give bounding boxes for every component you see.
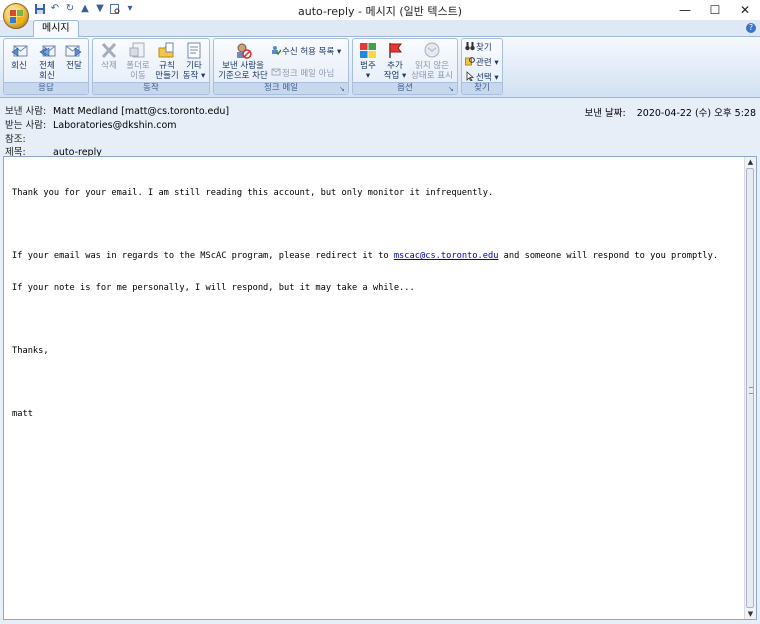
not-junk-button[interactable]: 정크 메일 아님 [271,67,334,80]
cc-row: 참조: [5,131,50,145]
create-rule-button[interactable]: 규칙 만들기 [153,42,181,81]
delete-button[interactable]: 삭제 [96,42,122,71]
binoculars-icon [465,41,475,51]
help-icon[interactable]: ? [746,23,756,33]
cursor-icon [465,71,475,82]
other-actions-icon [185,42,203,59]
office-button[interactable] [3,3,29,29]
group-junk: 보낸 사람을 기준으로 차단 수신 허용 목록 ▾ 정크 메일 아님 정크 메일… [213,38,349,95]
scrollbar-thumb[interactable] [746,168,754,608]
sent-value: 2020-04-22 (수) 오후 5:28 [636,108,756,119]
cc-label: 참조: [5,134,26,145]
forward-icon [65,42,83,59]
safe-list-button[interactable]: 수신 허용 목록 ▾ [271,45,341,58]
to-value[interactable]: Laboratories@dkshin.com [53,120,177,131]
not-junk-icon [271,67,281,77]
email-link[interactable]: mscac@cs.toronto.edu [394,251,499,261]
sent-label: 보낸 날짜: [584,108,626,119]
group-label-find: 찾기 [462,82,502,94]
title-bar: ↶ ↻ ▲ ▼ ▾ auto-reply - 메시지 (일반 텍스트) — ☐ … [0,0,760,20]
reply-icon [10,42,28,59]
options-dialog-launcher-icon[interactable]: ↘ [448,86,455,93]
block-sender-icon [234,42,252,59]
categorize-icon [359,42,377,59]
reply-all-button[interactable]: 전체 회신 [34,42,60,81]
group-find: 찾기 관련 ▾ 선택 ▾ 찾기 [461,38,503,95]
body-line: Thank you for your email. I am still rea… [12,188,494,198]
block-sender-button[interactable]: 보낸 사람을 기준으로 차단 [215,42,271,81]
reply-all-icon [38,42,56,59]
group-label-respond: 응답 [4,82,88,94]
tab-message[interactable]: 메시지 [33,20,79,37]
group-options: 범주 ▾ 추가 작업 ▾ 읽지 않은 상태로 표시 옵션 ↘ [352,38,458,95]
body-line: If your note is for me personally, I wil… [12,282,415,293]
maximize-button[interactable]: ☐ [700,0,730,20]
message-body[interactable]: Thank you for your email. I am still rea… [3,156,757,620]
scroll-down-icon[interactable]: ▼ [745,609,756,619]
minimize-button[interactable]: — [670,0,700,20]
group-label-options: 옵션 [353,82,457,94]
create-rule-icon [158,42,176,59]
safe-list-icon [271,45,282,56]
group-label-junk: 정크 메일 [214,82,348,94]
from-label: 보낸 사람: [5,106,47,117]
find-button[interactable]: 찾기 [465,41,492,54]
window-title: auto-reply - 메시지 (일반 텍스트) [297,5,463,18]
move-to-folder-icon [129,42,147,59]
body-text: Thank you for your email. I am still rea… [12,167,737,440]
mark-unread-icon [423,42,441,59]
window-controls: — ☐ ✕ [670,0,760,20]
other-actions-button[interactable]: 기타 동작 ▾ [181,42,207,81]
move-to-folder-button[interactable]: 폴더로 이동 [123,42,153,81]
group-respond: 회신 전체 회신 전달 응답 [3,38,89,95]
junk-dialog-launcher-icon[interactable]: ↘ [339,86,346,93]
office-logo-icon [10,10,16,16]
group-label-actions: 동작 [93,82,209,94]
reply-button[interactable]: 회신 [7,42,31,71]
from-row: 보낸 사람: Matt Medland [matt@cs.toronto.edu… [5,103,229,117]
ribbon-tab-row: 메시지 ? [0,20,760,37]
vertical-scrollbar[interactable]: ▲ ▼ [744,157,756,619]
mark-unread-button[interactable]: 읽지 않은 상태로 표시 [409,42,455,81]
categorize-button[interactable]: 범주 ▾ [355,42,381,81]
body-line: Thanks, [12,345,49,356]
related-button[interactable]: 관련 ▾ [465,56,499,69]
related-icon [465,56,475,66]
follow-up-button[interactable]: 추가 작업 ▾ [382,42,408,81]
body-line: If your email was in regards to the MScA… [12,251,719,261]
ribbon: 회신 전체 회신 전달 응답 삭제 폴더로 이동 규칙 만들기 기타 동작 ▾ … [0,37,760,98]
body-line: matt [12,408,33,419]
forward-button[interactable]: 전달 [62,42,86,71]
flag-icon [386,42,404,59]
sent-date-row: 보낸 날짜: 2020-04-22 (수) 오후 5:28 [585,105,756,119]
group-actions: 삭제 폴더로 이동 규칙 만들기 기타 동작 ▾ 동작 [92,38,210,95]
to-label: 받는 사람: [5,120,47,131]
close-button[interactable]: ✕ [730,0,760,20]
from-value[interactable]: Matt Medland [matt@cs.toronto.edu] [53,106,229,117]
scroll-up-icon[interactable]: ▲ [745,157,756,167]
delete-x-icon [100,42,118,59]
to-row: 받는 사람: Laboratories@dkshin.com [5,117,177,131]
